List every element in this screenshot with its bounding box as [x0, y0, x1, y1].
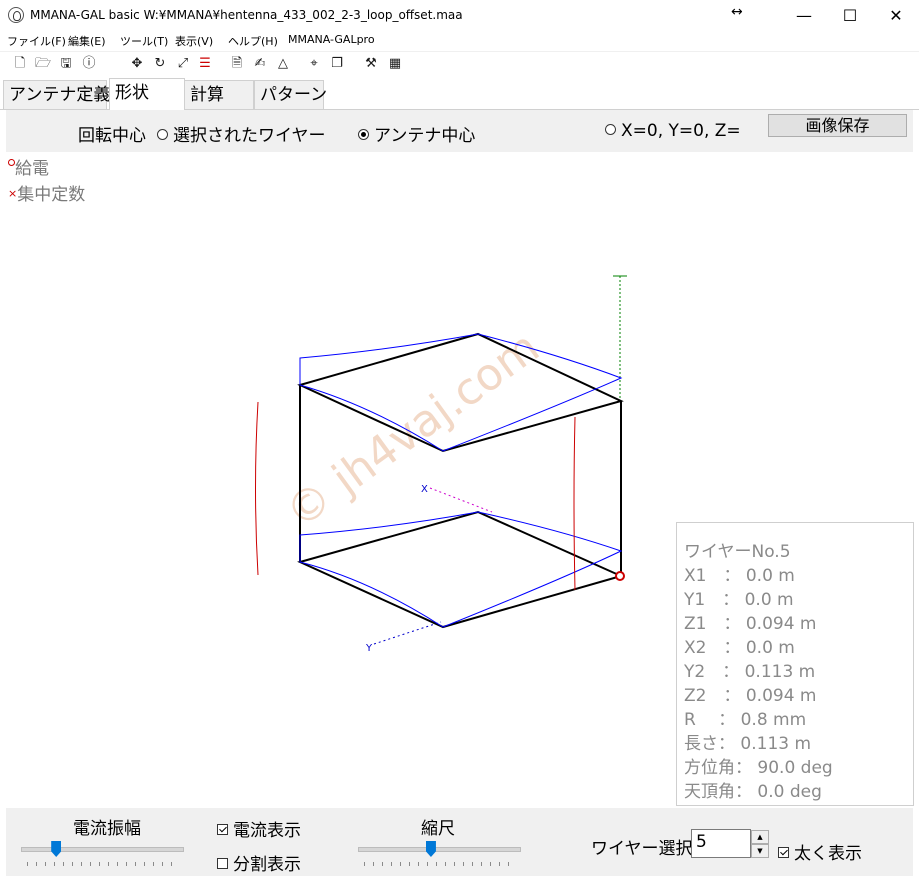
wire-info-z2: Z2 ： 0.094 m [684, 686, 817, 706]
wire-select-label: ワイヤー選択 [591, 839, 693, 859]
watermark: © jh4vaj.com [276, 322, 548, 539]
bold-display-label: 太く表示 [794, 844, 862, 864]
spin-up-button[interactable]: ▲ [751, 830, 769, 844]
axis-y-label: Y [365, 643, 373, 654]
right-vertical-current [573, 416, 576, 591]
bold-display-checkbox[interactable]: 太く表示 [778, 839, 862, 864]
show-segments-checkbox[interactable]: 分割表示 [217, 850, 301, 875]
wire-info-x1: X1 ： 0.0 m [684, 566, 795, 586]
feed-point[interactable] [615, 571, 625, 581]
wire-info-length: 長さ： 0.113 m [684, 734, 812, 754]
axis-y [373, 621, 442, 645]
checkbox-box[interactable] [217, 824, 228, 835]
wire-info-azimuth: 方位角： 90.0 deg [684, 758, 833, 778]
wire-info-zenith: 天頂角： 0.0 deg [684, 782, 822, 802]
scale-track[interactable] [358, 847, 521, 852]
wire-info-y2: Y2 ： 0.113 m [684, 662, 816, 682]
axis-x-label: X [421, 484, 428, 495]
current-amplitude-ticks [27, 862, 179, 866]
wire-info-radius: R ： 0.8 mm [684, 710, 807, 730]
wire-info-z1: Z1 ： 0.094 m [684, 614, 817, 634]
bottom-loop-current [299, 511, 623, 628]
checkbox-box[interactable] [778, 847, 789, 858]
spin-down-button[interactable]: ▼ [751, 844, 769, 858]
axis-x [429, 487, 493, 513]
show-current-checkbox[interactable]: 電流表示 [217, 816, 301, 841]
show-current-label: 電流表示 [233, 821, 301, 841]
wire-select-input[interactable]: 5 [691, 829, 751, 858]
show-segments-label: 分割表示 [233, 855, 301, 875]
current-amplitude-track[interactable] [21, 847, 184, 852]
wire-info-title: ワイヤーNo.5 [684, 542, 791, 562]
wire-info-x2: X2 ： 0.0 m [684, 638, 795, 658]
left-vertical-current [255, 401, 259, 576]
bottom-loop-wire [297, 510, 624, 629]
current-amplitude-label: 電流振幅 [73, 819, 141, 839]
scale-ticks [364, 862, 516, 866]
scale-label: 縮尺 [421, 819, 455, 839]
checkbox-box[interactable] [217, 858, 228, 869]
wire-info-y1: Y1 ： 0.0 m [684, 590, 794, 610]
